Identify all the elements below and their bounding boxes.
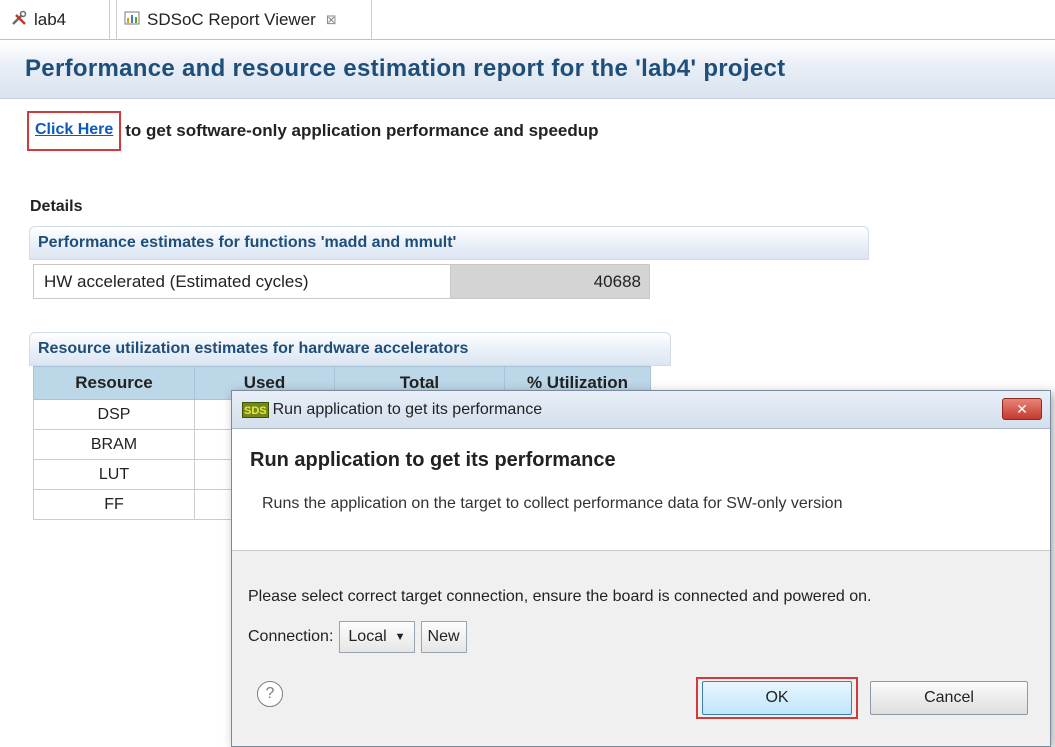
editor-tab-bar: lab4 SDSoC Report Viewer ⊠ (0, 0, 1055, 40)
report-icon (123, 9, 141, 32)
performance-row: HW accelerated (Estimated cycles) 40688 (33, 264, 650, 299)
dialog-description: Runs the application on the target to co… (262, 495, 843, 512)
chevron-down-icon: ▼ (394, 631, 406, 643)
resource-name: DSP (33, 399, 195, 430)
resource-name: LUT (33, 459, 195, 490)
tab-label: lab4 (34, 10, 67, 29)
ok-highlight: OK (696, 677, 858, 719)
click-here-link[interactable]: Click Here (35, 121, 113, 139)
help-icon[interactable]: ? (257, 681, 283, 707)
resource-name: BRAM (33, 429, 195, 460)
column-header: Resource (33, 366, 195, 400)
dialog-instruction: Please select correct target connection,… (248, 588, 872, 605)
dialog-banner: Run application to get its performance R… (232, 429, 1050, 551)
performance-section-header: Performance estimates for functions 'mad… (29, 226, 869, 260)
tab-lab4[interactable]: lab4 (10, 0, 110, 40)
click-here-highlight: Click Here (27, 111, 122, 151)
connection-label: Connection: (248, 628, 334, 645)
close-tab-icon[interactable]: ⊠ (326, 12, 337, 28)
page-title: Performance and resource estimation repo… (25, 55, 786, 82)
cancel-button[interactable]: Cancel (870, 681, 1028, 715)
connection-select[interactable]: Local ▼ (339, 621, 415, 653)
connection-row: Connection: Local ▼ New (248, 621, 467, 653)
perf-label: HW accelerated (Estimated cycles) (34, 265, 450, 298)
sds-icon: SDS (242, 401, 269, 418)
details-heading: Details (30, 198, 83, 215)
resource-name: FF (33, 489, 195, 520)
tools-icon (10, 9, 28, 32)
new-connection-button[interactable]: New (420, 621, 467, 653)
perf-value: 40688 (450, 265, 649, 298)
connection-value: Local (348, 628, 387, 645)
tab-label: SDSoC Report Viewer (147, 10, 316, 29)
dialog-titlebar[interactable]: SDS Run application to get its performan… (232, 391, 1050, 429)
tab-sdsoc-report-viewer[interactable]: SDSoC Report Viewer ⊠ (116, 0, 372, 40)
resource-section-header: Resource utilization estimates for hardw… (29, 332, 671, 366)
ok-button[interactable]: OK (702, 681, 852, 715)
dialog-title: Run application to get its performance (272, 400, 543, 418)
run-application-dialog: SDS Run application to get its performan… (231, 390, 1051, 747)
click-here-description: to get software-only application perform… (125, 121, 599, 140)
close-icon[interactable]: ✕ (1002, 398, 1042, 420)
software-only-row: Click Here to get software-only applicat… (27, 108, 599, 154)
report-header: Performance and resource estimation repo… (0, 41, 1055, 99)
dialog-heading: Run application to get its performance (250, 449, 616, 471)
